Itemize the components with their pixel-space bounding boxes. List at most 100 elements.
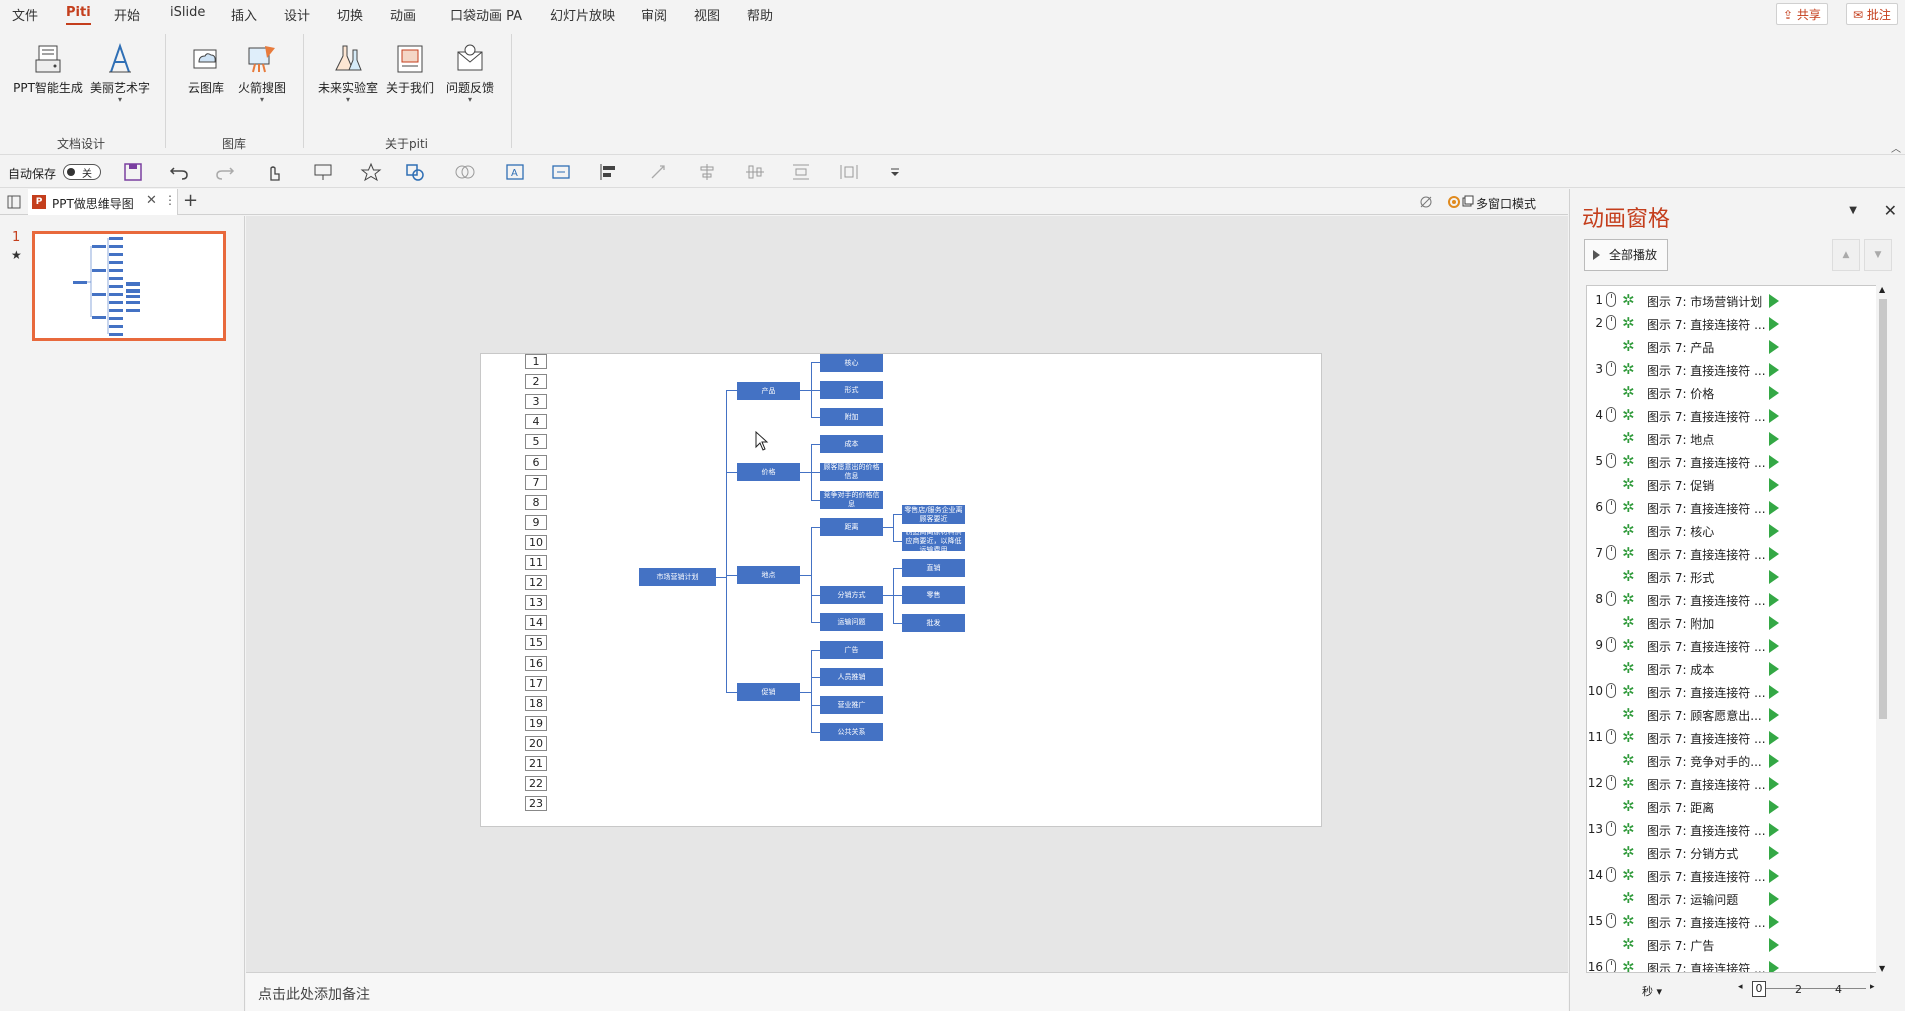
- document-tab[interactable]: P PPT做思维导图 ✕ ⋮: [28, 189, 178, 215]
- star-icon[interactable]: [360, 162, 382, 182]
- mindmap-l2-transport[interactable]: 运输问题: [820, 613, 883, 631]
- mindmap-l3-wholesale[interactable]: 批发: [902, 614, 965, 632]
- shapes-icon[interactable]: [404, 162, 426, 182]
- animation-number-marker[interactable]: 3: [525, 394, 547, 410]
- slide-canvas[interactable]: 1 2 3 4 5 6 7 8 9 10 11 12 13 14 15 16 17 18 19 20 21 22 23: [480, 353, 1322, 827]
- comments-button[interactable]: ✉ 批注: [1846, 3, 1898, 25]
- animation-number-marker[interactable]: 13: [525, 595, 547, 611]
- autosave-toggle[interactable]: 关: [63, 164, 101, 180]
- mindmap-l1-promotion[interactable]: 促销: [737, 683, 800, 701]
- share-button[interactable]: ⇪ 共享: [1776, 3, 1828, 25]
- animation-list-item[interactable]: 9 ✲ 图示 7: 直接连接符 ...: [1587, 634, 1883, 657]
- scroll-left-icon[interactable]: ◂: [1738, 982, 1743, 992]
- mindmap-l2-competitor-price[interactable]: 竞争对手的价格信息: [820, 491, 883, 509]
- mindmap-l2-distance[interactable]: 距离: [820, 518, 883, 536]
- animation-list-item[interactable]: 5 ✲ 图示 7: 直接连接符 ...: [1587, 450, 1883, 473]
- animation-list-item[interactable]: 7 ✲ 图示 7: 直接连接符 ...: [1587, 542, 1883, 565]
- align-center-icon[interactable]: [696, 162, 718, 182]
- mindmap-l2-sales-promotion[interactable]: 营业推广: [820, 696, 883, 714]
- mindmap-l2-cost[interactable]: 成本: [820, 435, 883, 453]
- animation-number-marker[interactable]: 14: [525, 615, 547, 631]
- scroll-right-icon[interactable]: ▸: [1870, 982, 1875, 992]
- animation-list-item[interactable]: 10 ✲ 图示 7: 直接连接符 ...: [1587, 680, 1883, 703]
- animation-number-marker[interactable]: 12: [525, 575, 547, 591]
- animation-list-item[interactable]: 15 ✲ 图示 7: 直接连接符 ...: [1587, 910, 1883, 933]
- mindmap-l2-core[interactable]: 核心: [820, 354, 883, 372]
- animation-list-item[interactable]: ✲ 图示 7: 距离: [1587, 795, 1883, 818]
- animation-list-item[interactable]: 13 ✲ 图示 7: 直接连接符 ...: [1587, 818, 1883, 841]
- animation-number-marker[interactable]: 19: [525, 715, 547, 731]
- animation-number-marker[interactable]: 2: [525, 374, 547, 390]
- tab-slideshow[interactable]: 幻灯片放映: [550, 5, 615, 24]
- tab-review[interactable]: 审阅: [641, 5, 667, 24]
- tab-home[interactable]: 开始: [114, 5, 140, 24]
- mindmap-l2-extra[interactable]: 附加: [820, 408, 883, 426]
- animation-number-marker[interactable]: 16: [525, 655, 547, 671]
- animation-list-item[interactable]: 6 ✲ 图示 7: 直接连接符 ...: [1587, 496, 1883, 519]
- mindmap-l2-public-relations[interactable]: 公共关系: [820, 723, 883, 741]
- animation-number-marker[interactable]: 18: [525, 695, 547, 711]
- animation-list-item[interactable]: ✲ 图示 7: 竞争对手的...: [1587, 749, 1883, 772]
- animation-number-marker[interactable]: 7: [525, 474, 547, 490]
- tab-pocket-animation[interactable]: 口袋动画 PA: [450, 5, 522, 24]
- scrollbar-thumb[interactable]: [1879, 299, 1887, 719]
- animation-list-item[interactable]: 2 ✲ 图示 7: 直接连接符 ...: [1587, 312, 1883, 335]
- animation-list-scrollbar[interactable]: ▲ ▼: [1876, 285, 1890, 973]
- animation-list-item[interactable]: ✲ 图示 7: 广告: [1587, 933, 1883, 956]
- scroll-down-icon[interactable]: ▼: [1879, 964, 1885, 973]
- about-us-button[interactable]: 关于我们: [384, 42, 436, 96]
- tab-view[interactable]: 视图: [694, 5, 720, 24]
- animation-number-marker[interactable]: 20: [525, 735, 547, 751]
- mindmap-l1-place[interactable]: 地点: [737, 566, 800, 584]
- redo-icon[interactable]: [214, 162, 236, 182]
- animation-list-item[interactable]: 14 ✲ 图示 7: 直接连接符 ...: [1587, 864, 1883, 887]
- animation-list-item[interactable]: ✲ 图示 7: 地点: [1587, 427, 1883, 450]
- animation-number-marker[interactable]: 22: [525, 776, 547, 792]
- settings-gear-icon[interactable]: [1446, 194, 1462, 210]
- tab-insert[interactable]: 插入: [231, 5, 257, 24]
- pane-options-icon[interactable]: ▼: [1849, 205, 1857, 216]
- animation-list-item[interactable]: 4 ✲ 图示 7: 直接连接符 ...: [1587, 404, 1883, 427]
- tab-transitions[interactable]: 切换: [337, 5, 363, 24]
- animation-list-item[interactable]: ✲ 图示 7: 产品: [1587, 335, 1883, 358]
- animation-number-marker[interactable]: 21: [525, 756, 547, 771]
- tab-help[interactable]: 帮助: [747, 5, 773, 24]
- touch-mode-icon[interactable]: [262, 162, 284, 182]
- animation-list-item[interactable]: ✲ 图示 7: 分销方式: [1587, 841, 1883, 864]
- tab-file[interactable]: 文件: [12, 5, 38, 24]
- animation-number-marker[interactable]: 8: [525, 494, 547, 510]
- slide-textbox-icon[interactable]: [550, 162, 572, 182]
- customize-toolbar-icon[interactable]: [884, 162, 906, 182]
- tab-design[interactable]: 设计: [284, 5, 310, 24]
- animation-list-item[interactable]: ✲ 图示 7: 成本: [1587, 657, 1883, 680]
- animation-number-marker[interactable]: 4: [525, 414, 547, 430]
- present-icon[interactable]: [312, 162, 334, 182]
- animation-number-marker[interactable]: 10: [525, 534, 547, 550]
- animation-list-item[interactable]: ✲ 图示 7: 附加: [1587, 611, 1883, 634]
- animation-number-marker[interactable]: 1: [525, 354, 547, 369]
- scroll-up-icon[interactable]: ▲: [1879, 285, 1885, 294]
- animation-number-marker[interactable]: 11: [525, 555, 547, 570]
- merge-shapes-icon[interactable]: [454, 162, 476, 182]
- animation-list-item[interactable]: ✲ 图示 7: 核心: [1587, 519, 1883, 542]
- animation-list-item[interactable]: 16 ✲ 图示 7: 直接连接符 ...: [1587, 956, 1883, 972]
- distribute-horizontal-icon[interactable]: [838, 162, 860, 182]
- mindmap-l1-product[interactable]: 产品: [737, 382, 800, 400]
- animation-list-item[interactable]: ✲ 图示 7: 运输问题: [1587, 887, 1883, 910]
- close-icon[interactable]: ✕: [1884, 201, 1897, 220]
- animation-list-item[interactable]: ✲ 图示 7: 形式: [1587, 565, 1883, 588]
- animation-list-item[interactable]: 3 ✲ 图示 7: 直接连接符 ...: [1587, 358, 1883, 381]
- ppt-generate-button[interactable]: PPT智能生成: [12, 42, 84, 96]
- tab-animations[interactable]: 动画: [390, 5, 416, 24]
- mindmap-l3-direct[interactable]: 直销: [902, 559, 965, 577]
- mindmap-l2-advertising[interactable]: 广告: [820, 641, 883, 659]
- play-all-button[interactable]: 全部播放: [1584, 239, 1668, 271]
- animation-number-marker[interactable]: 23: [525, 796, 547, 812]
- animation-number-marker[interactable]: 15: [525, 635, 547, 651]
- undo-icon[interactable]: [168, 162, 190, 182]
- close-icon[interactable]: ✕: [146, 193, 157, 208]
- mindmap-l2-form[interactable]: 形式: [820, 381, 883, 399]
- collapse-ribbon-icon[interactable]: ︿: [1891, 140, 1901, 155]
- animation-list-item[interactable]: ✲ 图示 7: 促销: [1587, 473, 1883, 496]
- mindmap-l1-price[interactable]: 价格: [737, 463, 800, 481]
